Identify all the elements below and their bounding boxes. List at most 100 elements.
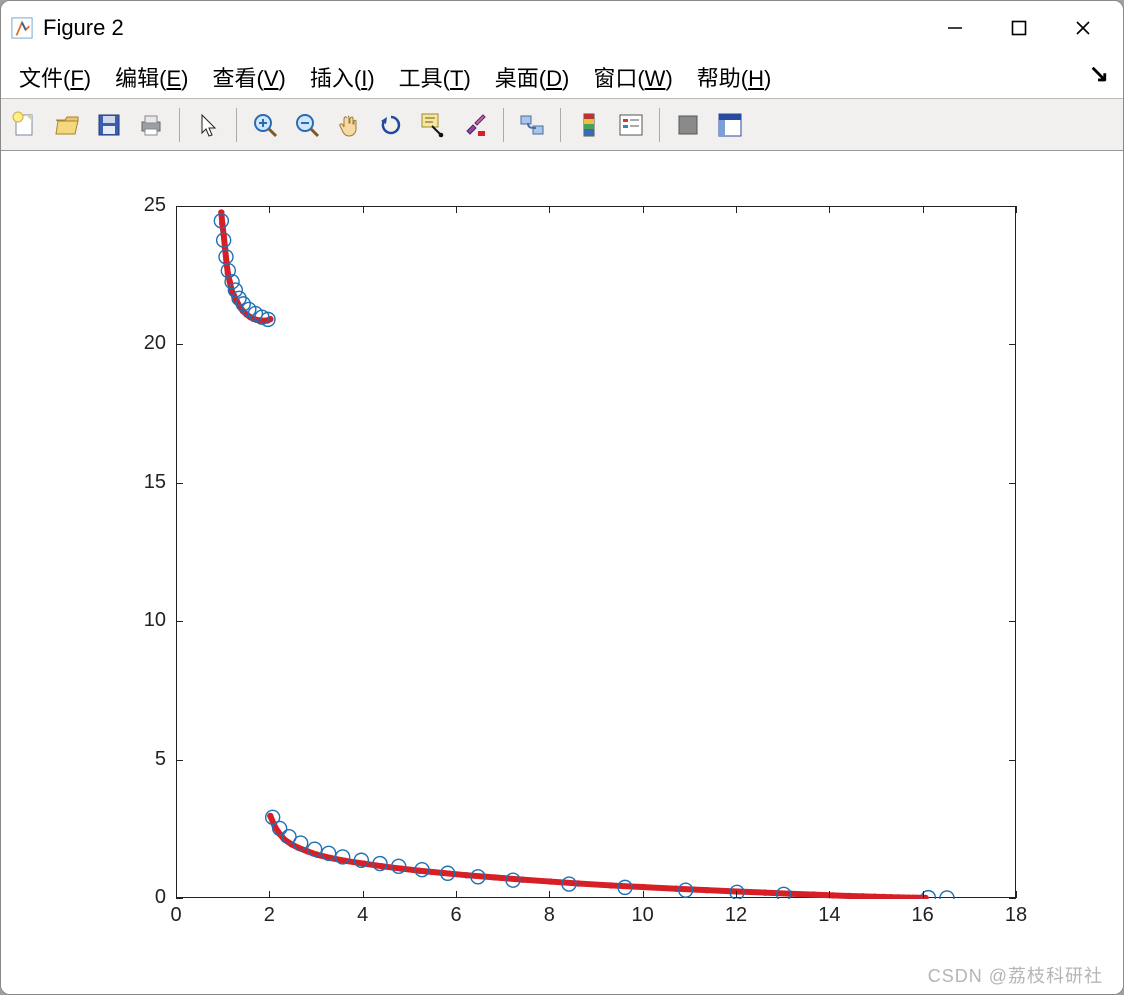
- red-curve: [270, 816, 925, 898]
- y-tick-mark: [176, 898, 183, 899]
- red-dot: [491, 874, 497, 880]
- x-tick-mark-top: [269, 206, 270, 213]
- x-tick-label: 0: [156, 904, 196, 927]
- red-dot: [547, 878, 553, 884]
- print-button[interactable]: [133, 107, 169, 143]
- y-tick-mark: [176, 206, 183, 207]
- window-title: Figure 2: [43, 15, 124, 41]
- red-dot: [220, 231, 226, 237]
- x-tick-label: 10: [623, 904, 663, 927]
- menu-desktop[interactable]: 桌面(D): [483, 57, 582, 97]
- new-figure-button[interactable]: [7, 107, 43, 143]
- red-dot: [703, 887, 709, 893]
- x-tick-label: 6: [436, 904, 476, 927]
- close-button[interactable]: [1051, 7, 1115, 49]
- menu-help[interactable]: 帮助(H): [685, 57, 784, 97]
- zoom-out-button[interactable]: [289, 107, 325, 143]
- y-tick-label: 20: [116, 332, 166, 355]
- plot-area[interactable]: [177, 207, 1017, 899]
- x-tick-mark-top: [829, 206, 830, 213]
- y-tick-mark: [176, 483, 183, 484]
- x-tick-mark-top: [736, 206, 737, 213]
- x-tick-mark-top: [643, 206, 644, 213]
- x-tick-label: 18: [996, 904, 1036, 927]
- y-tick-mark: [176, 621, 183, 622]
- x-tick-mark: [923, 891, 924, 898]
- rotate-button[interactable]: [373, 107, 409, 143]
- y-tick-mark-right: [1009, 206, 1016, 207]
- axes[interactable]: [176, 206, 1016, 898]
- x-tick-label: 16: [903, 904, 943, 927]
- y-tick-mark-right: [1009, 760, 1016, 761]
- dock-arrow-icon[interactable]: ↘: [1089, 59, 1109, 88]
- x-tick-mark-top: [456, 206, 457, 213]
- menu-file[interactable]: 文件(F): [7, 57, 103, 97]
- toolbar-separator: [179, 108, 180, 142]
- x-tick-mark: [549, 891, 550, 898]
- y-tick-mark-right: [1009, 621, 1016, 622]
- hide-plot-tools-button[interactable]: [670, 107, 706, 143]
- toolbar: [1, 99, 1123, 151]
- red-dot: [219, 220, 225, 226]
- x-tick-mark-top: [549, 206, 550, 213]
- x-tick-label: 14: [809, 904, 849, 927]
- x-tick-mark-top: [923, 206, 924, 213]
- red-dot: [640, 884, 646, 890]
- menu-tools[interactable]: 工具(T): [387, 57, 483, 97]
- x-tick-mark: [363, 891, 364, 898]
- x-tick-label: 12: [716, 904, 756, 927]
- figure-canvas: 0510152025 024681012141618 CSDN @荔枝科研社: [1, 151, 1123, 994]
- x-tick-mark: [829, 891, 830, 898]
- figure-window: Figure 2 文件(F) 编辑(E) 查看(V) 插入(I) 工具(T) 桌…: [0, 0, 1124, 995]
- red-dot: [762, 889, 768, 895]
- link-button[interactable]: [514, 107, 550, 143]
- red-dot: [829, 892, 835, 898]
- pan-button[interactable]: [331, 107, 367, 143]
- red-curve: [221, 213, 270, 321]
- x-tick-label: 8: [529, 904, 569, 927]
- y-tick-mark-right: [1009, 344, 1016, 345]
- watermark-text: CSDN @荔枝科研社: [928, 962, 1103, 988]
- open-button[interactable]: [49, 107, 85, 143]
- red-dot: [811, 891, 817, 897]
- toolbar-separator: [659, 108, 660, 142]
- x-tick-label: 4: [343, 904, 383, 927]
- x-tick-mark: [736, 891, 737, 898]
- menubar: 文件(F) 编辑(E) 查看(V) 插入(I) 工具(T) 桌面(D) 窗口(W…: [1, 55, 1123, 99]
- red-dot: [416, 868, 422, 874]
- x-tick-mark-top: [1016, 206, 1017, 213]
- pointer-button[interactable]: [190, 107, 226, 143]
- y-tick-mark-right: [1009, 898, 1016, 899]
- minimize-button[interactable]: [923, 7, 987, 49]
- y-tick-mark: [176, 344, 183, 345]
- y-tick-label: 25: [116, 194, 166, 217]
- titlebar: Figure 2: [1, 1, 1123, 55]
- menu-edit[interactable]: 编辑(E): [103, 57, 200, 97]
- y-tick-label: 10: [116, 609, 166, 632]
- data-cursor-button[interactable]: [415, 107, 451, 143]
- x-tick-mark: [643, 891, 644, 898]
- matlab-icon: [11, 17, 33, 39]
- brush-button[interactable]: [457, 107, 493, 143]
- save-button[interactable]: [91, 107, 127, 143]
- red-dot: [846, 893, 852, 899]
- red-dot: [608, 882, 614, 888]
- menu-window[interactable]: 窗口(W): [581, 57, 684, 97]
- y-tick-label: 15: [116, 471, 166, 494]
- legend-button[interactable]: [613, 107, 649, 143]
- blue-circle: [940, 891, 954, 899]
- menu-view[interactable]: 查看(V): [200, 57, 297, 97]
- toolbar-separator: [236, 108, 237, 142]
- red-dot: [267, 813, 273, 819]
- x-tick-mark: [269, 891, 270, 898]
- toolbar-separator: [503, 108, 504, 142]
- maximize-button[interactable]: [987, 7, 1051, 49]
- red-dot: [463, 872, 469, 878]
- x-tick-mark-top: [176, 206, 177, 213]
- show-plot-tools-button[interactable]: [712, 107, 748, 143]
- colorbar-button[interactable]: [571, 107, 607, 143]
- menu-insert[interactable]: 插入(I): [298, 57, 387, 97]
- y-tick-label: 5: [116, 748, 166, 771]
- zoom-in-button[interactable]: [247, 107, 283, 143]
- x-tick-mark: [456, 891, 457, 898]
